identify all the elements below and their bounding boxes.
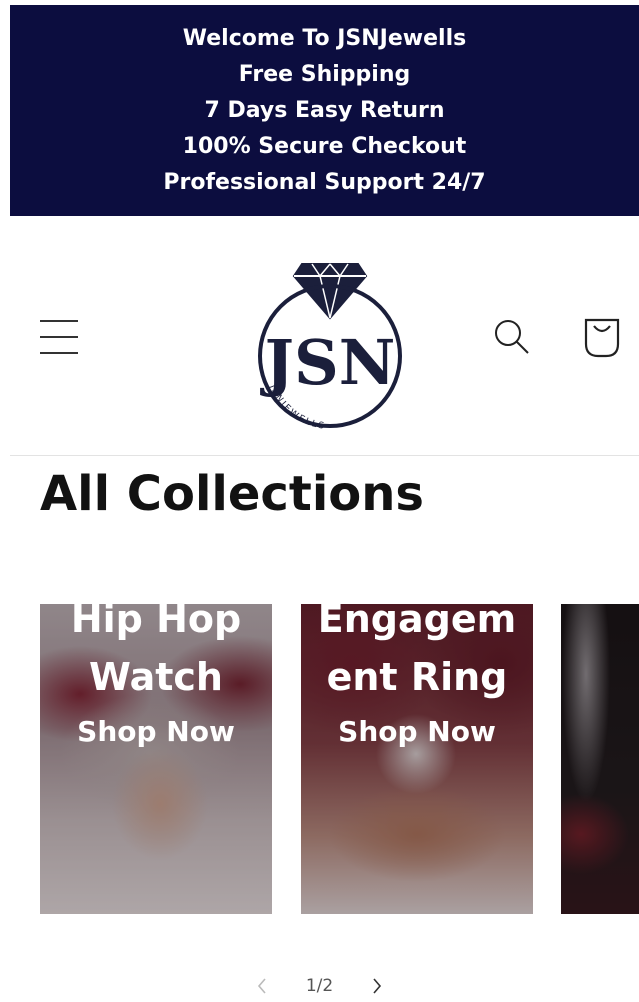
card-overlay — [561, 604, 639, 914]
hamburger-icon-bar — [40, 336, 78, 338]
header-divider — [10, 455, 639, 456]
collection-title: Hip Hop Watch — [70, 604, 242, 699]
search-button[interactable] — [490, 316, 532, 358]
announcement-line: Free Shipping — [238, 61, 411, 87]
previous-slide-button[interactable] — [240, 972, 284, 1000]
card-text: Engagement Ring Shop Now — [301, 604, 533, 752]
card-text: Hip Hop Watch Shop Now — [40, 604, 272, 752]
cart-icon — [584, 318, 620, 358]
page-title: All Collections — [40, 466, 424, 522]
collection-card-partial[interactable] — [561, 604, 639, 914]
site-header: JSN JSNJEWELLS — [0, 216, 639, 456]
chevron-left-icon — [257, 978, 266, 994]
announcement-line: Professional Support 24/7 — [163, 169, 486, 195]
hamburger-icon-bar — [40, 352, 78, 354]
shop-now-link[interactable]: Shop Now — [40, 712, 272, 752]
next-slide-button[interactable] — [355, 972, 399, 1000]
announcement-line: 7 Days Easy Return — [204, 97, 445, 123]
collections-slider: Hip Hop Watch Shop Now Engagement Ring S… — [0, 604, 639, 916]
announcement-line: 100% Secure Checkout — [182, 133, 467, 159]
jsn-logo-icon: JSN JSNJEWELLS — [258, 263, 402, 432]
menu-button[interactable] — [38, 316, 82, 360]
search-icon — [495, 320, 529, 354]
hamburger-icon — [40, 320, 78, 322]
chevron-right-icon — [373, 978, 382, 994]
site-logo[interactable]: JSN JSNJEWELLS — [240, 246, 420, 436]
cart-button[interactable] — [578, 314, 626, 360]
collection-card-hip-hop-watch[interactable]: Hip Hop Watch Shop Now — [40, 604, 272, 914]
announcement-line: Welcome To JSNJewells — [182, 25, 467, 51]
collection-title: Engagement Ring — [317, 604, 517, 699]
collection-card-engagement-ring[interactable]: Engagement Ring Shop Now — [301, 604, 533, 914]
slider-pagination: 1/2 — [0, 970, 639, 1002]
announcement-bar: Welcome To JSNJewells Free Shipping 7 Da… — [10, 5, 639, 216]
logo-monogram: JSN — [260, 326, 396, 399]
slide-counter: 1/2 — [305, 976, 334, 996]
shop-now-link[interactable]: Shop Now — [301, 712, 533, 752]
